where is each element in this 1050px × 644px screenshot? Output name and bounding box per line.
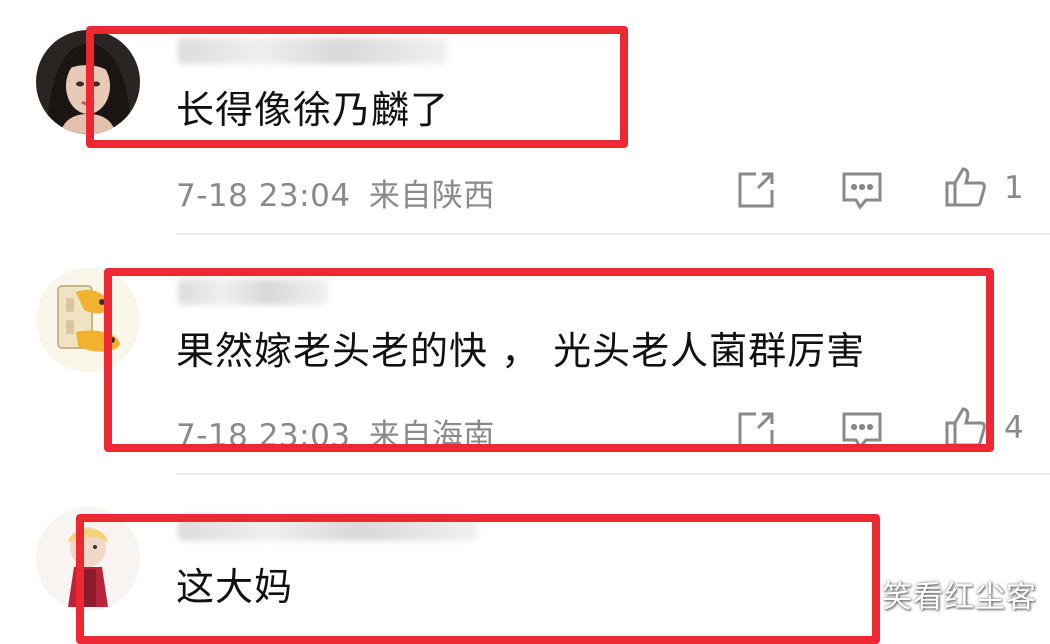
comment-icon[interactable]: [840, 168, 884, 212]
like-count: 1: [1004, 170, 1024, 206]
thumbs-up-icon[interactable]: [943, 165, 987, 209]
comment-meta: 7-18 23:04 来自陕西: [176, 170, 495, 215]
comment-time: 7-18 23:04: [176, 178, 351, 214]
watermark: 笑看红尘客: [882, 580, 1037, 615]
highlight-box: [104, 268, 994, 452]
comment-location: 来自陕西: [368, 178, 495, 214]
highlight-box: [86, 26, 628, 148]
share-icon[interactable]: [734, 168, 778, 212]
like-count: 4: [1004, 410, 1024, 446]
